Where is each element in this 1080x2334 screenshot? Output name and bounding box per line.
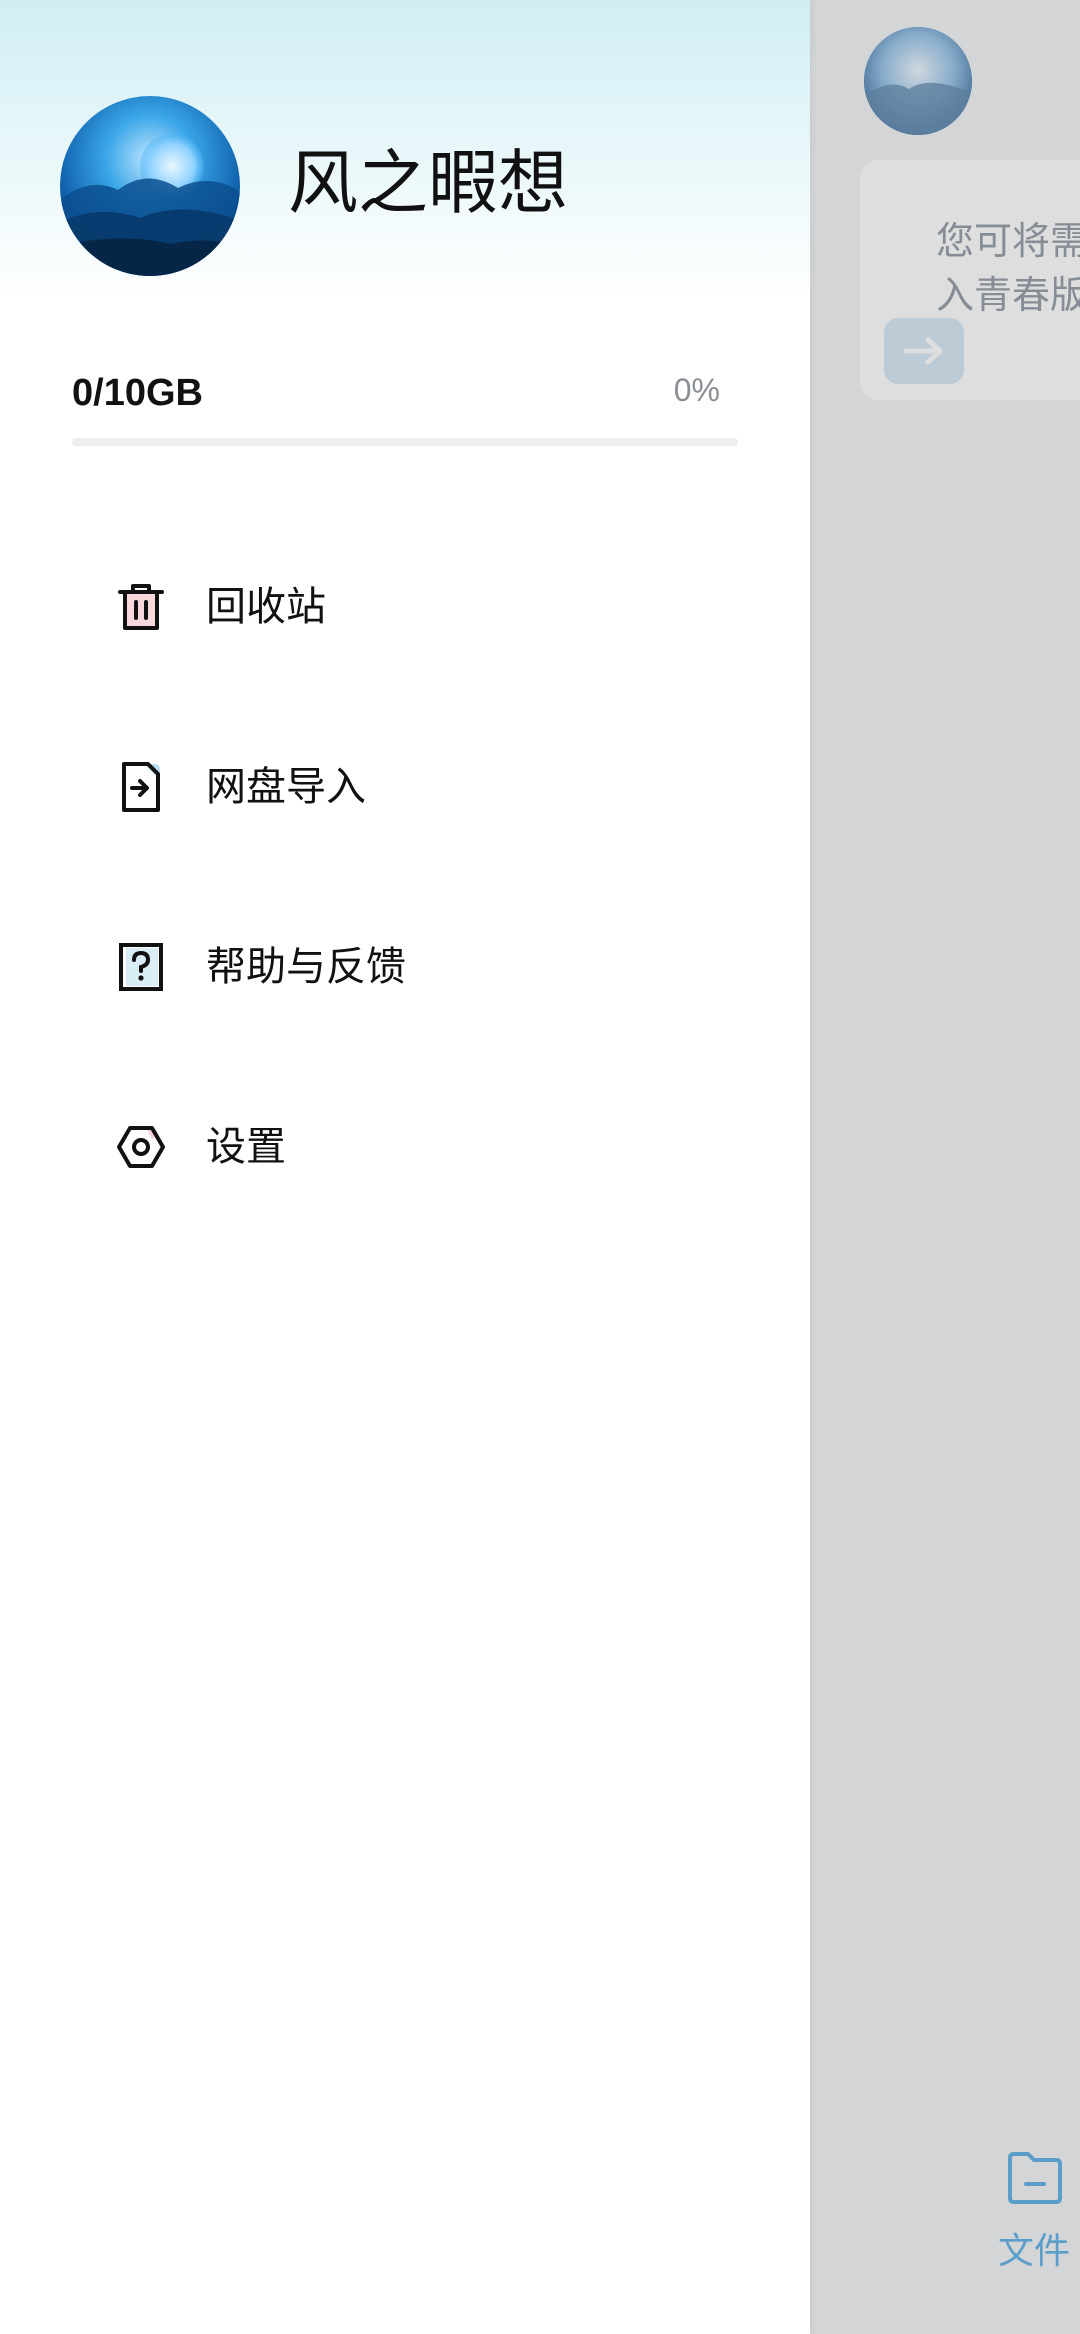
menu-item-label: 网盘导入 [206, 764, 366, 810]
storage-progress-bar [72, 438, 738, 446]
username: 风之暇想 [288, 142, 568, 224]
menu-item-help-feedback[interactable]: 帮助与反馈 [0, 880, 810, 1060]
file-import-icon [122, 762, 160, 812]
menu-item-cloud-import[interactable]: 网盘导入 [0, 700, 810, 880]
navigation-drawer: 风之暇想 0/10GB 0% 回收站 网盘导入 帮助与反馈 设置 [0, 0, 810, 2334]
menu-item-settings[interactable]: 设置 [0, 1060, 810, 1240]
storage-percent-label: 0% [673, 372, 720, 408]
menu-item-label: 帮助与反馈 [206, 944, 406, 990]
screen: 您可将需 入青春版 文件 风之暇想 0/10GB 0% 回收站 网盘导入 帮助与… [0, 0, 1080, 2334]
help-icon [119, 943, 163, 991]
settings-icon [117, 1126, 165, 1168]
menu-item-recycle-bin[interactable]: 回收站 [0, 520, 810, 700]
trash-icon [118, 584, 164, 630]
drawer-menu: 回收站 网盘导入 帮助与反馈 设置 [0, 520, 810, 1240]
menu-item-label: 回收站 [206, 584, 326, 630]
avatar[interactable] [60, 96, 240, 276]
storage-usage-label: 0/10GB [72, 372, 203, 414]
menu-item-label: 设置 [206, 1124, 286, 1170]
